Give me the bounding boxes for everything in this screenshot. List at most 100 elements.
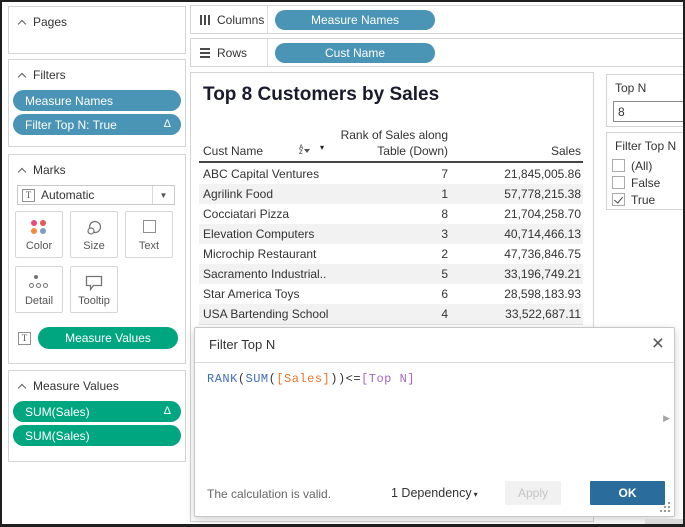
color-icon — [16, 220, 62, 234]
filter-pill[interactable]: Measure Names — [13, 90, 181, 111]
formula-token: SUM — [246, 372, 269, 386]
table-row[interactable]: Sacramento Industrial..533,196,749.21 — [199, 264, 583, 284]
header-divider — [199, 161, 583, 163]
top-n-input[interactable] — [613, 101, 685, 122]
table-row[interactable]: USA Bartending School433,522,687.11 — [199, 304, 583, 324]
sales-column-header[interactable]: Sales — [463, 144, 581, 158]
calculation-status: The calculation is valid. — [207, 487, 331, 501]
table-row[interactable]: Agrilink Food157,778,215.38 — [199, 184, 583, 204]
close-icon[interactable]: × — [652, 330, 664, 357]
checkbox-icon[interactable] — [612, 159, 625, 172]
checkbox-icon[interactable] — [612, 176, 625, 189]
top-n-parameter-card: Top N — [606, 74, 685, 127]
rank-cell[interactable]: 1 — [333, 187, 448, 201]
tooltip-button[interactable]: Tooltip — [70, 266, 118, 313]
text-encoding-icon: T — [18, 332, 31, 345]
cust-name-cell[interactable]: Star America Toys — [199, 287, 333, 301]
delta-icon: Δ — [158, 119, 171, 130]
pages-card-title: Pages — [33, 15, 67, 29]
measure-value-pill[interactable]: SUM(Sales) — [13, 425, 181, 446]
rows-pill-cust-name[interactable]: Cust Name — [275, 43, 435, 63]
expand-panel-arrow-icon[interactable]: ▶ — [663, 413, 670, 424]
rank-cell[interactable]: 4 — [333, 307, 448, 321]
size-button[interactable]: Size — [70, 211, 118, 258]
header-menu-caret-icon[interactable]: ▾ — [320, 143, 324, 152]
filter-option-label: False — [631, 176, 660, 190]
rank-cell[interactable]: 2 — [333, 247, 448, 261]
cust-name-cell[interactable]: Sacramento Industrial.. — [199, 267, 333, 281]
table-row[interactable]: Star America Toys628,598,183.93 — [199, 284, 583, 304]
filter-top-n-card-title: Filter Top N — [607, 133, 685, 156]
table-rows: ABC Capital Ventures721,845,005.86Agrili… — [199, 164, 583, 324]
rank-cell[interactable]: 5 — [333, 267, 448, 281]
collapse-chevron-icon[interactable] — [18, 383, 26, 391]
columns-shelf[interactable]: Columns Measure Names — [190, 5, 685, 34]
text-mark-icon: T — [22, 189, 35, 202]
filter-top-n-options: (All) False True — [607, 158, 685, 207]
text-button[interactable]: Text — [125, 211, 173, 258]
apply-button[interactable]: Apply — [505, 481, 561, 505]
pill-label: SUM(Sales) — [25, 405, 90, 419]
sort-icon[interactable]: AZ — [299, 145, 310, 156]
checkbox-checked-icon[interactable] — [612, 193, 625, 206]
marks-card: Marks T Automatic ▼ Color Size — [8, 154, 186, 364]
rank-column-header-line1: Rank of Sales along — [333, 128, 448, 142]
calculation-formula[interactable]: RANK(SUM([Sales]))<=[Top N] — [207, 372, 415, 386]
filter-option-all[interactable]: (All) — [612, 158, 685, 173]
sales-cell[interactable]: 47,736,846.75 — [448, 247, 583, 261]
collapse-chevron-icon[interactable] — [18, 72, 26, 80]
rows-shelf[interactable]: Rows Cust Name — [190, 38, 685, 67]
rank-cell[interactable]: 8 — [333, 207, 448, 221]
ok-button[interactable]: OK — [590, 481, 665, 505]
mark-type-dropdown[interactable]: T Automatic ▼ — [17, 185, 175, 205]
cust-name-cell[interactable]: USA Bartending School — [199, 307, 333, 321]
pill-label: Measure Names — [25, 94, 113, 108]
detail-button[interactable]: Detail — [15, 266, 63, 313]
sales-cell[interactable]: 21,845,005.86 — [448, 167, 583, 181]
cust-name-cell[interactable]: Agrilink Food — [199, 187, 333, 201]
rank-cell[interactable]: 6 — [333, 287, 448, 301]
resize-grip[interactable] — [659, 502, 670, 513]
mark-type-value: Automatic — [41, 188, 94, 202]
measure-values-card: Measure Values SUM(Sales)ΔSUM(Sales) — [8, 370, 186, 462]
measure-value-pill[interactable]: SUM(Sales) Δ — [13, 401, 181, 422]
filter-pill[interactable]: Filter Top N: TrueΔ — [13, 114, 181, 135]
sales-cell[interactable]: 21,704,258.70 — [448, 207, 583, 221]
sales-cell[interactable]: 57,778,215.38 — [448, 187, 583, 201]
rows-icon — [200, 48, 210, 58]
rank-column-header-line2[interactable]: Table (Down) — [333, 144, 448, 158]
filter-top-n-card: Filter Top N (All) False True — [606, 132, 685, 210]
dependency-dropdown[interactable]: 1 Dependency ▾ — [391, 486, 478, 500]
sales-cell[interactable]: 33,196,749.21 — [448, 267, 583, 281]
color-button[interactable]: Color — [15, 211, 63, 258]
table-row[interactable]: Elevation Computers340,714,466.13 — [199, 224, 583, 244]
columns-pill-measure-names[interactable]: Measure Names — [275, 10, 435, 30]
rank-cell[interactable]: 7 — [333, 167, 448, 181]
collapse-chevron-icon[interactable] — [18, 19, 26, 27]
rows-shelf-label: Rows — [217, 46, 247, 60]
cust-name-cell[interactable]: Elevation Computers — [199, 227, 333, 241]
sales-cell[interactable]: 40,714,466.13 — [448, 227, 583, 241]
filters-card: Filters Measure NamesFilter Top N: TrueΔ — [8, 59, 186, 147]
filter-option-false[interactable]: False — [612, 175, 685, 190]
table-row[interactable]: Microchip Restaurant247,736,846.75 — [199, 244, 583, 264]
detail-icon — [16, 275, 62, 291]
tooltip-icon — [71, 275, 117, 291]
tableau-window: Pages Filters Measure NamesFilter Top N:… — [0, 0, 685, 527]
cust-name-cell[interactable]: ABC Capital Ventures — [199, 167, 333, 181]
pill-label: SUM(Sales) — [25, 429, 90, 443]
sales-cell[interactable]: 28,598,183.93 — [448, 287, 583, 301]
cust-name-cell[interactable]: Cocciatari Pizza — [199, 207, 333, 221]
dialog-divider — [195, 362, 674, 363]
measure-values-pill[interactable]: Measure Values — [38, 327, 178, 349]
filter-option-true[interactable]: True — [612, 192, 685, 207]
collapse-chevron-icon[interactable] — [18, 167, 26, 175]
cust-name-cell[interactable]: Microchip Restaurant — [199, 247, 333, 261]
sales-cell[interactable]: 33,522,687.11 — [448, 307, 583, 321]
delta-icon: Δ — [158, 406, 171, 417]
table-row[interactable]: Cocciatari Pizza821,704,258.70 — [199, 204, 583, 224]
chevron-down-icon[interactable]: ▼ — [152, 186, 174, 204]
table-row[interactable]: ABC Capital Ventures721,845,005.86 — [199, 164, 583, 184]
rank-cell[interactable]: 3 — [333, 227, 448, 241]
cust-name-column-header[interactable]: Cust Name — [203, 144, 263, 158]
